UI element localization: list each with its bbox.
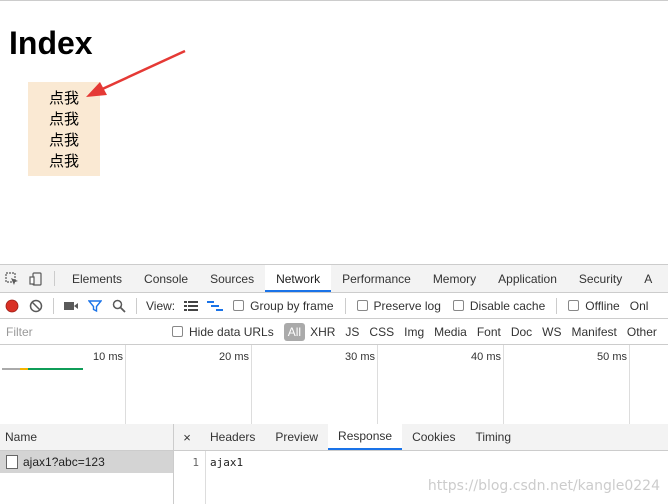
devtools-panel: Elements Console Sources Network Perform… (0, 264, 668, 504)
timeline-tick-label: 40 ms (471, 351, 501, 363)
click-item-4[interactable]: 点我 (28, 151, 100, 172)
response-text[interactable]: ajax1 (206, 451, 243, 504)
request-bar-stalled (20, 368, 28, 370)
type-filter-ws[interactable]: WS (537, 323, 566, 341)
large-rows-icon[interactable] (179, 294, 203, 318)
preserve-log-checkbox[interactable]: Preserve log (356, 298, 441, 313)
tab-security[interactable]: Security (568, 265, 633, 292)
offline-label: Offline (585, 298, 620, 313)
checkbox-box (568, 300, 580, 311)
clear-icon[interactable] (24, 294, 48, 318)
timeline-overview[interactable]: 10 ms 20 ms 30 ms 40 ms 50 ms (0, 345, 668, 425)
view-label: View: (146, 298, 176, 313)
web-page: Index 点我 点我 点我 点我 (0, 0, 668, 264)
request-bar-download (28, 368, 83, 370)
file-icon (6, 455, 18, 469)
name-column-header[interactable]: Name (0, 424, 173, 451)
request-list: Name ajax1?abc=123 (0, 424, 174, 504)
detail-tab-bar: × Headers Preview Response Cookies Timin… (174, 424, 668, 451)
filter-input[interactable] (2, 320, 166, 343)
timeline-gridline (503, 345, 504, 425)
toolbar-separator (556, 297, 558, 314)
tab-cookies[interactable]: Cookies (402, 424, 465, 450)
tab-preview[interactable]: Preview (265, 424, 328, 450)
timeline-tick-label: 20 ms (219, 351, 249, 363)
type-filter-manifest[interactable]: Manifest (567, 323, 622, 341)
type-filter-other[interactable]: Other (622, 323, 662, 341)
watermark: https://blog.csdn.net/kangle0224 (427, 478, 660, 494)
request-bar-waiting (2, 368, 20, 370)
tab-headers[interactable]: Headers (200, 424, 265, 450)
tab-performance[interactable]: Performance (331, 265, 422, 292)
toolbar-separator (136, 297, 137, 314)
group-by-frame-label: Group by frame (250, 298, 334, 313)
filter-funnel-icon[interactable] (83, 294, 107, 318)
offline-checkbox[interactable]: Offline (568, 298, 620, 313)
type-filter-doc[interactable]: Doc (506, 323, 537, 341)
network-toolbar: View: Group by frame Preserve log Disabl… (0, 293, 668, 319)
tab-memory[interactable]: Memory (422, 265, 487, 292)
request-row[interactable]: ajax1?abc=123 (0, 451, 173, 473)
tab-sources[interactable]: Sources (199, 265, 265, 292)
toolbar-separator (344, 297, 346, 314)
click-item-3[interactable]: 点我 (28, 130, 100, 151)
click-item-2[interactable]: 点我 (28, 109, 100, 130)
toolbar-separator (53, 297, 54, 314)
devtools-tab-bar: Elements Console Sources Network Perform… (0, 265, 668, 293)
close-icon[interactable]: × (174, 424, 200, 450)
tab-separator (54, 271, 55, 286)
checkbox-box (452, 300, 464, 311)
timeline-gridline (629, 345, 630, 425)
type-filter-media[interactable]: Media (429, 323, 472, 341)
tab-response[interactable]: Response (328, 424, 403, 450)
annotation-arrow-icon (86, 49, 186, 97)
tab-application[interactable]: Application (487, 265, 568, 292)
checkbox-box (233, 300, 245, 311)
hide-data-urls-label: Hide data URLs (189, 324, 274, 339)
tab-audits-truncated[interactable]: A (633, 265, 663, 292)
hide-data-urls-checkbox[interactable]: Hide data URLs (172, 325, 274, 339)
type-filter-js[interactable]: JS (340, 323, 364, 341)
device-toolbar-icon[interactable] (24, 265, 48, 292)
disable-cache-label: Disable cache (469, 298, 546, 313)
tab-timing[interactable]: Timing (465, 424, 521, 450)
timeline-gridline (125, 345, 126, 425)
timeline-tick-label: 30 ms (345, 351, 375, 363)
timeline-tick-label: 50 ms (597, 351, 627, 363)
tab-network[interactable]: Network (265, 265, 332, 292)
checkbox-box (356, 300, 368, 311)
filter-bar: Hide data URLs All XHR JS CSS Img Media … (0, 319, 668, 345)
request-name: ajax1?abc=123 (23, 455, 105, 469)
capture-screenshots-icon[interactable] (59, 294, 83, 318)
preserve-log-label: Preserve log (373, 298, 441, 313)
search-icon[interactable] (107, 294, 131, 318)
timeline-gridline (251, 345, 252, 425)
tab-console[interactable]: Console (133, 265, 199, 292)
type-filter-img[interactable]: Img (399, 323, 429, 341)
record-button[interactable] (0, 294, 24, 318)
type-filter-css[interactable]: CSS (364, 323, 399, 341)
line-number: 1 (174, 451, 206, 504)
timeline-tick-label: 10 ms (93, 351, 123, 363)
type-filter-font[interactable]: Font (472, 323, 506, 341)
type-filter-xhr[interactable]: XHR (305, 323, 340, 341)
timeline-gridline (377, 345, 378, 425)
inspect-element-icon[interactable] (0, 265, 24, 292)
waterfall-overview-icon[interactable] (203, 294, 227, 318)
throttling-select[interactable]: Onl (630, 299, 649, 313)
group-by-frame-checkbox[interactable]: Group by frame (233, 298, 334, 313)
checkbox-box (172, 326, 183, 337)
tab-elements[interactable]: Elements (61, 265, 133, 292)
disable-cache-checkbox[interactable]: Disable cache (452, 298, 546, 313)
type-filter-all[interactable]: All (283, 322, 306, 341)
